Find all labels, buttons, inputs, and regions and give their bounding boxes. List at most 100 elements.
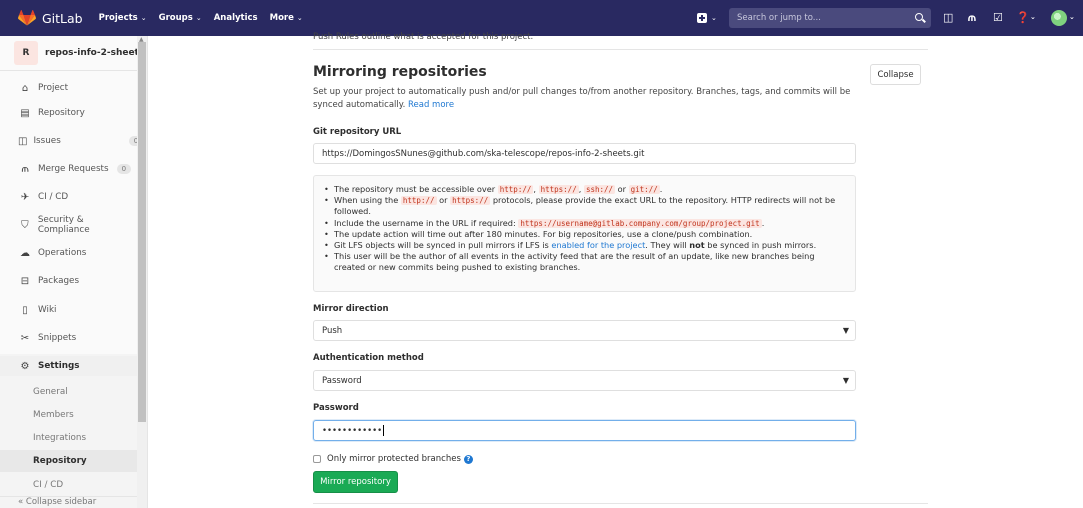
chevron-down-icon: ▼	[842, 326, 849, 335]
chevron-down-icon[interactable]: ⌄	[1030, 13, 1036, 21]
sidebar-item-snippets[interactable]: ✂ Snippets	[0, 328, 137, 348]
sidebar-item-label: Operations	[38, 248, 87, 258]
info-text: Include the username in the URL if requi…	[334, 217, 516, 228]
info-text: Git LFS objects will be synced in pull m…	[334, 240, 549, 251]
sidebar-item-merge-requests[interactable]: ⫙ Merge Requests 0	[0, 159, 137, 179]
password-label: Password	[313, 403, 359, 413]
git-url-input[interactable]: https://DomingosSNunes@github.com/ska-te…	[313, 143, 856, 164]
todo-icon[interactable]: ☑	[993, 11, 1003, 24]
info-bold-text: not	[689, 240, 705, 251]
collapse-button[interactable]: Collapse	[870, 64, 921, 85]
nav-analytics[interactable]: Analytics	[214, 13, 258, 23]
book-icon: ▤	[20, 107, 30, 119]
wiki-icon: ▯	[22, 304, 28, 316]
sidebar-item-label: Repository	[38, 108, 85, 118]
only-protected-branches-row[interactable]: Only mirror protected branches ?	[313, 454, 473, 464]
project-avatar: R	[14, 41, 38, 65]
settings-icon: ⚙	[20, 360, 30, 372]
info-text: When using the	[334, 195, 399, 206]
lfs-enabled-link[interactable]: enabled for the project	[551, 240, 645, 250]
sidebar-subitem-integrations[interactable]: Integrations	[0, 427, 137, 449]
sidebar-item-ci-cd[interactable]: ✈ CI / CD	[0, 187, 137, 207]
sidebar-subitem-members[interactable]: Members	[0, 404, 137, 426]
sidebar-item-label: Project	[38, 83, 69, 93]
info-text: or	[617, 184, 627, 194]
chevron-down-icon: ⌄	[296, 14, 303, 22]
checkbox-label: Only mirror protected branches	[327, 454, 461, 464]
cloud-icon: ☁	[20, 247, 30, 259]
sidebar-item-issues[interactable]: ◫Issues0	[0, 131, 144, 151]
search-input[interactable]: Search or jump to...	[729, 8, 931, 28]
nav-projects-label: Projects	[98, 13, 138, 23]
section-divider	[313, 503, 928, 504]
issues-icon[interactable]: ◫	[943, 11, 953, 24]
section-title: Mirroring repositories	[313, 64, 487, 80]
rocket-icon: ✈	[20, 191, 30, 203]
gitlab-home-link[interactable]: GitLab	[18, 10, 83, 26]
sidebar-item-repository[interactable]: ▤ Repository	[0, 103, 137, 123]
nav-more-label: More	[269, 13, 294, 23]
merge-request-icon: ⫙	[21, 163, 29, 175]
merge-request-icon[interactable]: ⫙	[968, 11, 976, 25]
sidebar-item-security[interactable]: ⛉ Security & Compliance	[0, 215, 137, 235]
sidebar-item-project[interactable]: ⌂ Project	[0, 78, 137, 98]
nav-projects[interactable]: Projects ⌄	[99, 13, 147, 23]
sidebar-item-label: Wiki	[38, 305, 57, 315]
info-text: The update action will time out after 18…	[334, 228, 753, 239]
scrollbar-thumb[interactable]	[138, 42, 146, 422]
question-mark-icon[interactable]: ?	[463, 454, 473, 464]
mirror-direction-value: Push	[322, 325, 343, 336]
collapse-sidebar-button[interactable]: « Collapse sidebar	[0, 496, 137, 508]
sidebar-item-operations[interactable]: ☁ Operations	[0, 243, 137, 263]
nav-groups[interactable]: Groups ⌄	[159, 13, 202, 23]
info-text: or	[439, 195, 448, 206]
auth-method-select[interactable]: Password ▼	[313, 370, 856, 391]
sidebar-subitem-repository[interactable]: Repository	[0, 450, 137, 472]
mirror-direction-select[interactable]: Push ▼	[313, 320, 856, 341]
scissors-icon: ✂	[20, 332, 30, 344]
info-text: . They will	[645, 240, 687, 251]
code-git: git://	[628, 185, 660, 194]
chevron-down-icon[interactable]: ⌄	[1069, 13, 1075, 21]
sidebar-item-label: Merge Requests	[38, 164, 109, 174]
brand-name: GitLab	[42, 10, 83, 26]
sidebar-item-label: Security & Compliance	[37, 215, 90, 235]
read-more-link[interactable]: Read more	[408, 100, 454, 110]
info-item: This user will be the author of all even…	[324, 251, 845, 273]
chevron-down-icon[interactable]: ⌄	[711, 14, 717, 22]
help-icon[interactable]: ❓	[1016, 11, 1030, 24]
sidebar-project-header[interactable]: R repos-info-2-sheets	[0, 36, 147, 71]
user-avatar[interactable]	[1051, 10, 1067, 26]
sidebar-item-wiki[interactable]: ▯ Wiki	[0, 300, 137, 320]
sidebar-item-label: CI / CD	[38, 192, 69, 202]
search-placeholder: Search or jump to...	[737, 13, 821, 23]
sidebar-subitem-ci-cd[interactable]: CI / CD	[0, 474, 137, 496]
nav-groups-label: Groups	[158, 13, 193, 23]
nav-more[interactable]: More ⌄	[270, 13, 303, 23]
sidebar-item-label: Packages	[38, 276, 80, 286]
auth-method-value: Password	[322, 375, 362, 386]
home-icon: ⌂	[21, 82, 29, 94]
mirror-direction-label: Mirror direction	[313, 304, 389, 314]
sidebar-scrollbar[interactable]: ▲	[137, 36, 147, 508]
chevron-down-icon: ⌄	[195, 14, 202, 22]
code-https: https://	[450, 196, 491, 206]
auth-method-label: Authentication method	[313, 353, 424, 363]
code-http: http://	[497, 185, 534, 194]
text-cursor	[383, 425, 385, 436]
new-item-plus-icon[interactable]	[697, 13, 707, 23]
code-https: https://	[538, 185, 579, 194]
info-text: be synced in push mirrors.	[707, 240, 817, 251]
shield-icon: ⛉	[21, 219, 29, 231]
section-description: Set up your project to automatically pus…	[313, 86, 858, 112]
sidebar-item-packages[interactable]: ⊟ Packages	[0, 271, 137, 291]
description-text: Set up your project to automatically pus…	[313, 87, 851, 110]
password-input[interactable]: ••••••••••••	[313, 420, 856, 441]
gitlab-logo-icon	[18, 10, 36, 26]
mirror-repository-button[interactable]: Mirror repository	[313, 471, 398, 493]
only-protected-branches-checkbox[interactable]	[313, 455, 321, 463]
sidebar-subitem-general[interactable]: General	[0, 381, 137, 403]
info-text: This user will be the author of all even…	[334, 251, 815, 273]
section-divider	[313, 49, 928, 50]
sidebar-item-settings[interactable]: ⚙ Settings	[0, 356, 137, 376]
